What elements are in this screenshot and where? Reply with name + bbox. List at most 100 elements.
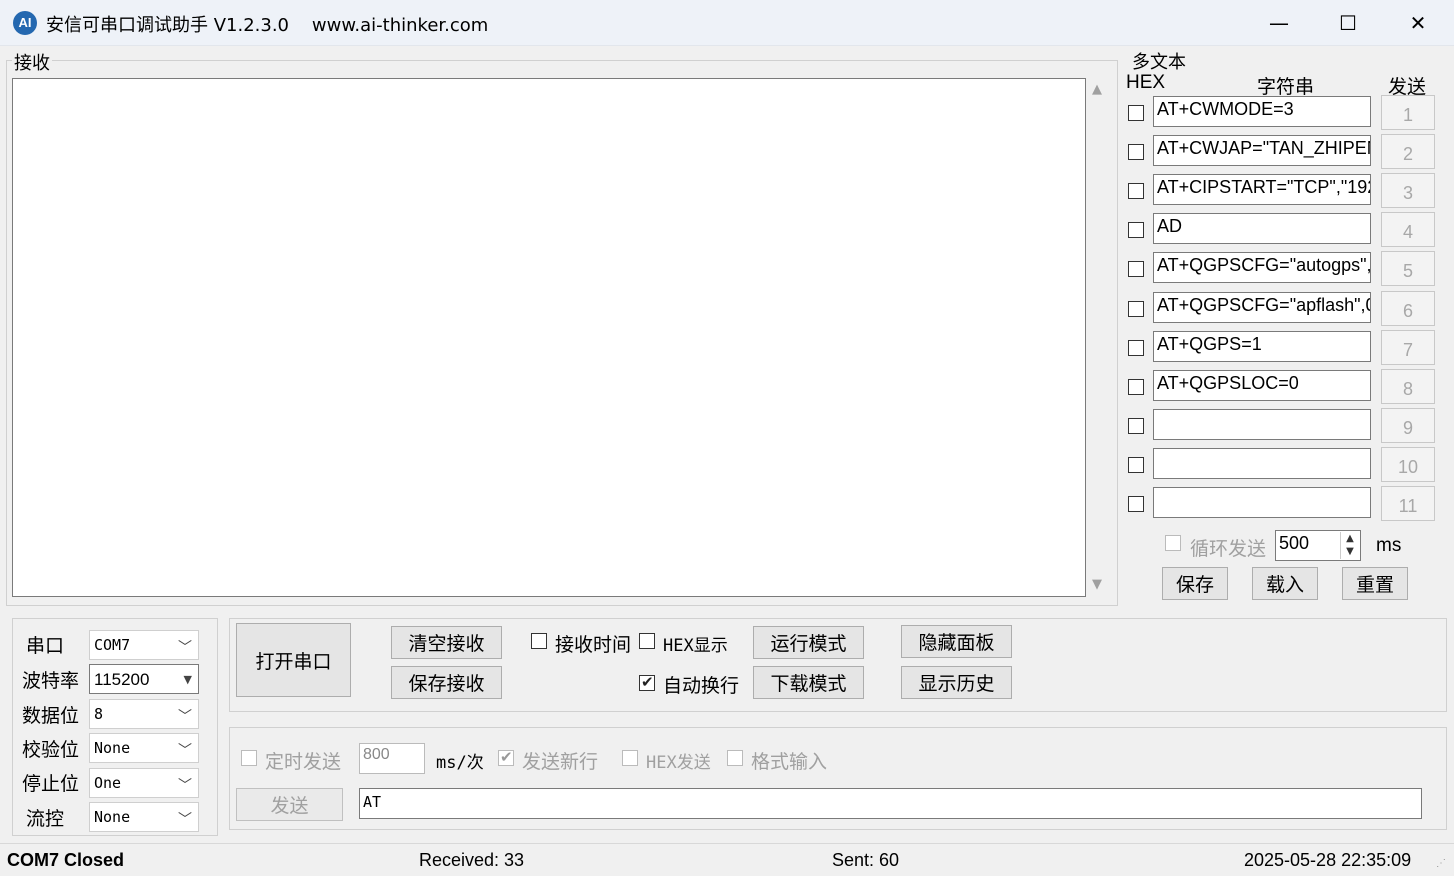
multi-hex-checkbox[interactable] [1128, 300, 1144, 317]
port-value: COM7 [94, 636, 131, 654]
send-text-input[interactable]: AT [359, 788, 1422, 819]
stop-bits-select[interactable]: One ﹀ [89, 768, 199, 798]
close-button[interactable]: ✕ [1383, 0, 1453, 46]
multi-send-button[interactable]: 10 [1381, 446, 1435, 482]
chevron-down-icon: ﹀ [178, 812, 192, 828]
interval-unit-label: ms/次 [436, 753, 484, 773]
format-input-label: 格式输入 [751, 751, 828, 773]
timed-send-label: 定时发送 [265, 751, 342, 773]
maximize-button[interactable]: ☐ [1313, 0, 1383, 46]
port-label: 串口 [26, 635, 65, 657]
timed-interval-input[interactable]: 800 [359, 743, 425, 774]
run-mode-button[interactable]: 运行模式 [753, 626, 864, 659]
timed-send-checkbox[interactable] [241, 750, 257, 766]
baud-label: 波特率 [22, 670, 80, 692]
status-bar: COM7 Closed Received: 33 Sent: 60 2025-0… [0, 843, 1454, 876]
receive-textarea[interactable] [12, 78, 1086, 597]
loop-send-checkbox[interactable] [1165, 535, 1181, 551]
multi-hex-checkbox[interactable] [1128, 456, 1144, 473]
multi-string-input[interactable] [1153, 447, 1371, 479]
multi-string-input[interactable]: AT+QGPSLOC=0 [1153, 369, 1371, 401]
send-newline-checkbox[interactable] [498, 748, 514, 766]
format-input-checkbox[interactable] [727, 750, 743, 766]
parity-label: 校验位 [22, 739, 80, 761]
flow-control-select[interactable]: None ﹀ [89, 802, 199, 832]
multi-send-button[interactable]: 6 [1381, 290, 1435, 326]
multi-hex-checkbox[interactable] [1128, 496, 1144, 512]
multi-hex-checkbox[interactable] [1128, 378, 1144, 395]
show-history-button[interactable]: 显示历史 [901, 666, 1012, 699]
send-newline-label: 发送新行 [522, 751, 599, 773]
multi-send-button[interactable]: 9 [1381, 407, 1435, 443]
multi-string-input[interactable]: AD [1153, 213, 1371, 245]
multi-send-button[interactable]: 5 [1381, 251, 1435, 287]
sent-count: Sent: 60 [832, 850, 900, 870]
multi-send-button[interactable]: 2 [1381, 134, 1435, 170]
data-bits-value: 8 [94, 705, 104, 723]
receive-time-checkbox[interactable] [531, 633, 547, 649]
multi-string-input[interactable] [1153, 487, 1371, 518]
baud-select[interactable]: 115200 ▼ [89, 664, 199, 694]
receive-label: 接收 [12, 49, 52, 75]
chevron-down-icon: ﹀ [178, 640, 192, 656]
resize-grip-icon[interactable]: ⋰ [1436, 858, 1446, 869]
multi-string-input[interactable]: AT+CWMODE=3 [1153, 96, 1371, 127]
multi-hex-checkbox[interactable] [1128, 339, 1144, 356]
loop-unit-label: ms [1376, 535, 1402, 556]
title-bar: AI 安信可串口调试助手 V1.2.3.0 www.ai-thinker.com… [0, 0, 1454, 46]
multi-send-button[interactable]: 4 [1381, 212, 1435, 248]
multi-hex-checkbox[interactable] [1128, 222, 1144, 239]
minimize-button[interactable]: — [1244, 0, 1314, 46]
save-multi-button[interactable]: 保存 [1162, 567, 1228, 600]
hex-column-header: HEX [1126, 72, 1166, 93]
multi-send-button[interactable]: 8 [1381, 368, 1435, 404]
multi-hex-checkbox[interactable] [1128, 183, 1144, 200]
multi-string-input[interactable]: AT+QGPSCFG="autogps", [1153, 252, 1371, 284]
multi-string-input[interactable]: AT+QGPS=1 [1153, 330, 1371, 362]
send-button[interactable]: 发送 [236, 788, 343, 821]
clear-receive-button[interactable]: 清空接收 [391, 626, 502, 659]
hide-panel-button[interactable]: 隐藏面板 [901, 625, 1012, 658]
interval-spinner[interactable]: ▲ ▼ [1340, 532, 1359, 559]
data-bits-select[interactable]: 8 ﹀ [89, 699, 199, 729]
baud-value: 115200 [94, 670, 150, 689]
reset-multi-button[interactable]: 重置 [1342, 567, 1408, 600]
save-receive-button[interactable]: 保存接收 [391, 666, 502, 699]
multi-hex-checkbox[interactable] [1128, 144, 1144, 161]
open-port-button[interactable]: 打开串口 [236, 623, 351, 697]
multi-hex-checkbox[interactable] [1128, 105, 1144, 121]
hex-display-checkbox[interactable] [639, 633, 655, 649]
scroll-down-icon[interactable]: ▼ [1092, 577, 1102, 592]
multi-send-button[interactable]: 1 [1381, 95, 1435, 130]
loop-send-label: 循环发送 [1190, 538, 1267, 560]
hex-display-label: HEX显示 [663, 636, 728, 656]
datetime-text: 2025-05-28 22:35:09 [1244, 850, 1412, 870]
port-state-text: COM7 Closed [7, 850, 125, 870]
hex-send-checkbox[interactable] [622, 750, 638, 766]
stop-bits-value: One [94, 774, 122, 792]
multi-hex-checkbox[interactable] [1128, 417, 1144, 434]
app-logo-icon: AI [13, 11, 37, 35]
load-multi-button[interactable]: 载入 [1252, 567, 1318, 600]
data-bits-label: 数据位 [22, 705, 80, 727]
port-select[interactable]: COM7 ﹀ [89, 630, 199, 660]
received-count: Received: 33 [419, 850, 525, 870]
hex-send-label: HEX发送 [646, 753, 711, 773]
multi-string-input[interactable]: AT+CWJAP="TAN_ZHIPEN [1153, 135, 1371, 167]
multi-string-input[interactable]: AT+CIPSTART="TCP","192 [1153, 174, 1371, 206]
multi-hex-checkbox[interactable] [1128, 261, 1144, 278]
parity-select[interactable]: None ﹀ [89, 733, 199, 763]
multi-send-button[interactable]: 7 [1381, 329, 1435, 365]
flow-control-value: None [94, 808, 131, 826]
chevron-down-icon: ﹀ [178, 709, 192, 725]
multi-string-input[interactable]: AT+QGPSCFG="apflash",0 [1153, 291, 1371, 323]
multi-string-input[interactable] [1153, 408, 1371, 440]
multi-send-button[interactable]: 11 [1381, 486, 1435, 521]
auto-newline-checkbox[interactable] [639, 673, 655, 691]
download-mode-button[interactable]: 下载模式 [753, 666, 864, 699]
multi-send-button[interactable]: 3 [1381, 173, 1435, 209]
receive-time-label: 接收时间 [555, 634, 632, 656]
scroll-up-icon[interactable]: ▲ [1092, 82, 1102, 97]
string-column-header: 字符串 [1257, 76, 1315, 98]
caret-down-icon: ▼ [183, 673, 192, 686]
